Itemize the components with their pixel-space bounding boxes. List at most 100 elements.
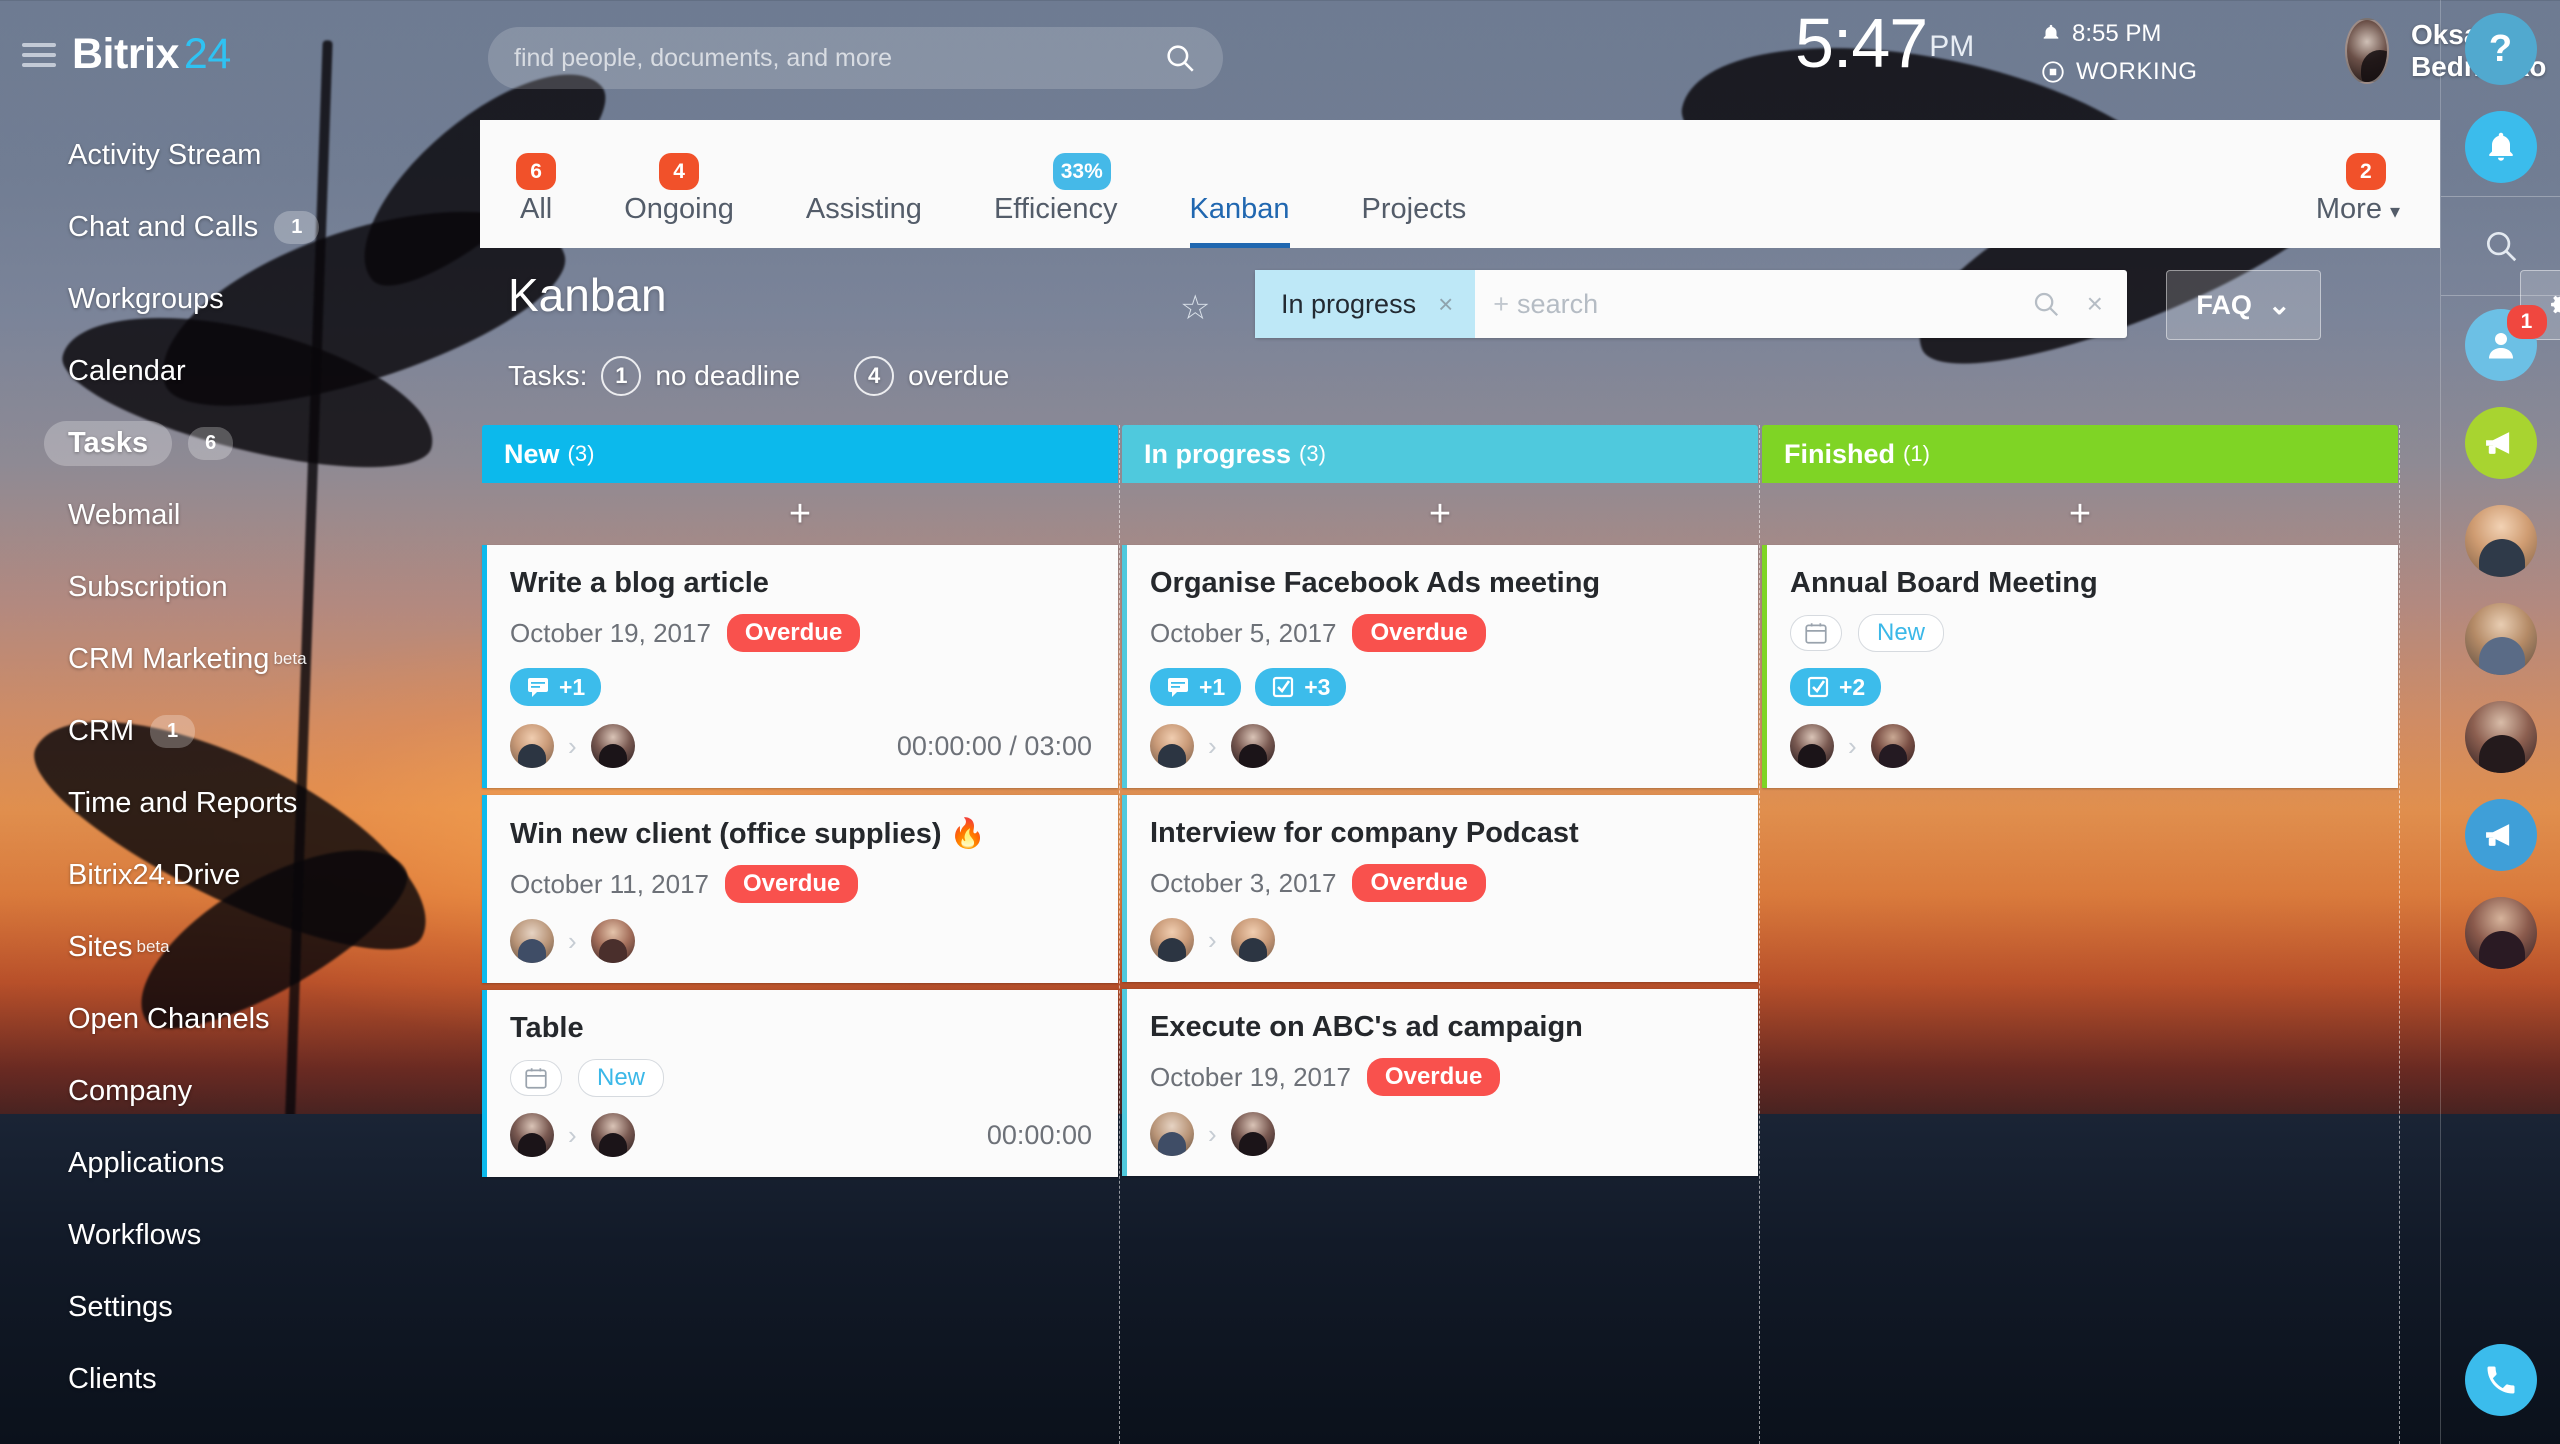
notifications-button[interactable]: [2464, 111, 2537, 183]
task-chip-checklist[interactable]: +3: [1255, 668, 1347, 706]
invite-user-button[interactable]: 1: [2464, 305, 2547, 381]
add-card-button[interactable]: +: [480, 483, 1120, 545]
task-chip-checklist[interactable]: +2: [1790, 668, 1882, 706]
comment-icon: [1166, 676, 1190, 698]
avatar[interactable]: [510, 1113, 554, 1157]
sidebar-item-tasks[interactable]: Tasks 6: [0, 407, 480, 479]
avatar[interactable]: [1230, 724, 1275, 768]
task-card[interactable]: Execute on ABC's ad campaign October 19, …: [1122, 989, 1758, 1176]
filter-chip[interactable]: In progress ×: [1255, 270, 1476, 338]
column-header[interactable]: New (3): [482, 425, 1118, 483]
task-title-text: Annual Board Meeting: [1790, 567, 2098, 599]
task-card[interactable]: Interview for company Podcast October 3, …: [1122, 795, 1758, 982]
sidebar-item-bitrix24-drive[interactable]: Bitrix24.Drive: [0, 839, 480, 911]
sidebar-item-badge: 1: [150, 714, 196, 748]
task-chip-comment[interactable]: +1: [1150, 668, 1242, 706]
filter-search[interactable]: + search: [1475, 289, 2030, 320]
app-logo[interactable]: Bitrix 24: [72, 30, 231, 79]
question-icon: ?: [2488, 27, 2513, 70]
sidebar-item-crm[interactable]: CRM 1: [0, 695, 480, 767]
avatar[interactable]: [590, 724, 635, 768]
hamburger-menu-icon[interactable]: [22, 42, 56, 67]
task-title-text: Win new client (office supplies): [510, 818, 942, 850]
alarm-time: 8:55 PM: [2072, 20, 2162, 47]
avatar[interactable]: [1870, 724, 1915, 768]
task-chip-comment[interactable]: +1: [510, 668, 602, 706]
sidebar-item-applications[interactable]: Applications: [0, 1127, 480, 1199]
task-card[interactable]: Table New › 00:00:00: [482, 990, 1118, 1177]
sidebar-item-time-and-reports[interactable]: Time and Reports: [0, 767, 480, 839]
avatar[interactable]: [1150, 918, 1194, 962]
search-input[interactable]: [514, 43, 1163, 73]
sidebar-item-subscription[interactable]: Subscription: [0, 551, 480, 623]
sidebar-item-company[interactable]: Company: [0, 1055, 480, 1127]
add-card-button[interactable]: +: [1120, 483, 1760, 545]
filter-bar[interactable]: In progress × + search ×: [1255, 270, 2127, 338]
add-card-button[interactable]: +: [1760, 483, 2400, 545]
clear-filter-icon[interactable]: ×: [2087, 288, 2103, 320]
sidebar-item-chat-and-calls[interactable]: Chat and Calls 1: [0, 191, 480, 263]
notifications-row: [2441, 98, 2560, 196]
close-icon[interactable]: ×: [1438, 289, 1453, 320]
sidebar-item-badge: 1: [274, 210, 320, 244]
tab-more[interactable]: 2 More ▾: [2316, 153, 2400, 248]
rail-contact-3: [2441, 688, 2560, 786]
avatar[interactable]: [1150, 1112, 1194, 1156]
sidebar-item-activity-stream[interactable]: Activity Stream: [0, 119, 480, 191]
avatar[interactable]: [1230, 1112, 1275, 1156]
work-status-row[interactable]: WORKING: [2040, 58, 2198, 86]
help-button[interactable]: ?: [2464, 13, 2537, 85]
announcement-button[interactable]: [2464, 407, 2537, 479]
sidebar-item-label: Workgroups: [68, 282, 224, 315]
sidebar-item-calendar[interactable]: Calendar: [0, 335, 480, 407]
star-icon[interactable]: ☆: [1180, 288, 1210, 328]
avatar[interactable]: [590, 919, 635, 963]
tab-all[interactable]: 6 All: [516, 153, 557, 248]
invite-badge: 1: [2506, 305, 2547, 339]
tab-efficiency[interactable]: 33% Efficiency: [994, 153, 1118, 248]
column-header[interactable]: In progress (3): [1122, 425, 1758, 483]
avatar[interactable]: [1230, 918, 1275, 962]
task-card[interactable]: Annual Board Meeting New +2 ›: [1762, 545, 2398, 788]
call-button[interactable]: [2465, 1344, 2537, 1416]
announcement-button-2[interactable]: [2464, 799, 2537, 871]
left-sidebar: Bitrix 24 Activity Stream Chat and Calls 1 W…: [0, 0, 480, 1444]
sidebar-item-crm-marketing[interactable]: CRM Marketing beta: [0, 623, 480, 695]
tab-assisting[interactable]: Assisting: [806, 193, 922, 248]
avatar: [2345, 18, 2389, 84]
avatar[interactable]: [2464, 603, 2537, 675]
avatar[interactable]: [590, 1113, 635, 1157]
task-meta: New: [510, 1059, 1092, 1097]
tab-projects[interactable]: Projects: [1362, 193, 1467, 248]
sidebar-item-workflows[interactable]: Workflows: [0, 1199, 480, 1271]
sidebar-item-label: Time and Reports: [68, 786, 298, 819]
avatar[interactable]: [1150, 724, 1194, 768]
status-badge: New: [1858, 614, 1945, 652]
task-card[interactable]: Write a blog article October 19, 2017 Over…: [482, 545, 1118, 788]
sidebar-item-clients[interactable]: Clients: [0, 1343, 480, 1415]
tab-kanban[interactable]: Kanban: [1189, 193, 1290, 248]
chevron-right-icon: ›: [1208, 730, 1217, 761]
task-card[interactable]: Win new client (office supplies) 🔥 October…: [482, 795, 1118, 983]
avatar[interactable]: [2464, 701, 2537, 773]
rail-contact-2: [2441, 590, 2560, 688]
sidebar-item-sites[interactable]: Sites beta: [0, 911, 480, 983]
column-header[interactable]: Finished (1): [1762, 425, 2398, 483]
avatar[interactable]: [1790, 724, 1834, 768]
task-card[interactable]: Organise Facebook Ads meeting October 5, …: [1122, 545, 1758, 788]
filter-chip-label: In progress: [1281, 288, 1417, 319]
avatar[interactable]: [2464, 505, 2537, 577]
avatar[interactable]: [2464, 897, 2537, 969]
faq-button[interactable]: FAQ ⌄: [2166, 270, 2321, 340]
global-search[interactable]: [488, 27, 1223, 89]
tab-ongoing[interactable]: 4 Ongoing: [624, 153, 734, 248]
avatar[interactable]: [510, 919, 554, 963]
sidebar-item-open-channels[interactable]: Open Channels: [0, 983, 480, 1055]
rail-search-button[interactable]: [2465, 210, 2537, 282]
sidebar-item-settings[interactable]: Settings: [0, 1271, 480, 1343]
avatar[interactable]: [510, 724, 554, 768]
search-icon[interactable]: [1163, 41, 1197, 75]
sidebar-item-workgroups[interactable]: Workgroups: [0, 263, 480, 335]
search-icon[interactable]: [2031, 289, 2061, 319]
sidebar-item-webmail[interactable]: Webmail: [0, 479, 480, 551]
